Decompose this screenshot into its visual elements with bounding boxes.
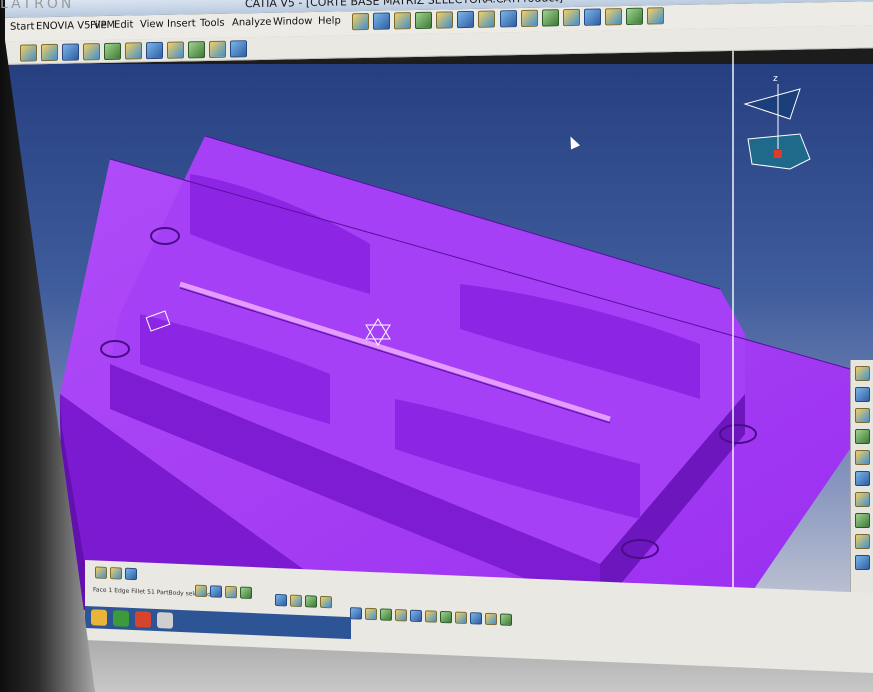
lock-icon[interactable]: [605, 8, 622, 26]
fit-icon[interactable]: [365, 607, 377, 621]
line-icon[interactable]: [855, 429, 870, 444]
remove-icon[interactable]: [855, 555, 870, 570]
section-icon[interactable]: [457, 10, 474, 29]
top-toolbar-right: [500, 7, 664, 28]
menu-view[interactable]: View: [140, 19, 164, 30]
firefox-icon[interactable]: [135, 611, 151, 628]
compass-widget[interactable]: z: [743, 74, 811, 170]
view-icon[interactable]: [626, 7, 643, 25]
mold-part-render: z: [60, 74, 851, 624]
menu-start[interactable]: Start: [10, 21, 34, 32]
zoom-in-icon[interactable]: [410, 609, 422, 623]
shaft-icon[interactable]: [62, 43, 79, 61]
folder-icon[interactable]: [95, 566, 107, 579]
menu-insert[interactable]: Insert: [167, 18, 196, 30]
wheel-icon[interactable]: [563, 8, 580, 27]
mirror-icon[interactable]: [209, 40, 226, 58]
knowledge-icon[interactable]: [542, 9, 559, 27]
shading-icon[interactable]: [647, 7, 664, 25]
hide-show-icon[interactable]: [485, 612, 497, 626]
comment-icon[interactable]: [240, 586, 252, 599]
fillet-icon[interactable]: [125, 42, 142, 60]
rib-icon[interactable]: [104, 42, 121, 61]
rotate-view-icon[interactable]: [395, 608, 407, 622]
sketch-icon[interactable]: [855, 366, 870, 381]
menu-tools[interactable]: Tools: [200, 18, 225, 29]
swap-space-icon[interactable]: [500, 613, 512, 626]
check-icon[interactable]: [320, 595, 332, 609]
menu-window[interactable]: Window: [273, 16, 312, 28]
menu-help[interactable]: Help: [318, 15, 341, 26]
product-icon[interactable]: [500, 10, 517, 28]
zoom-out-icon[interactable]: [425, 610, 437, 623]
snap-icon[interactable]: [110, 567, 122, 580]
menu-file[interactable]: File: [90, 20, 107, 31]
pan-icon[interactable]: [352, 12, 369, 31]
rotate-icon[interactable]: [373, 12, 390, 30]
update-icon[interactable]: [275, 593, 287, 607]
redo-icon[interactable]: [210, 585, 222, 598]
shading-mode-icon[interactable]: [470, 612, 482, 625]
menu-edit[interactable]: Edit: [114, 19, 133, 30]
chrome-icon[interactable]: [113, 610, 129, 627]
constraint-icon[interactable]: [855, 471, 870, 486]
grid-icon[interactable]: [125, 567, 137, 581]
param-icon[interactable]: [305, 595, 317, 608]
undo-icon[interactable]: [195, 584, 207, 598]
fly-icon[interactable]: [350, 607, 362, 620]
table-icon[interactable]: [290, 594, 302, 608]
plane-icon[interactable]: [855, 387, 870, 402]
normal-view-icon[interactable]: [440, 610, 452, 624]
top-toolbar: [352, 10, 495, 31]
iso-view-icon[interactable]: [455, 611, 467, 625]
layer-icon[interactable]: [584, 8, 601, 26]
render-icon[interactable]: [478, 10, 495, 28]
chamfer-icon[interactable]: [146, 41, 163, 60]
axis-icon[interactable]: [855, 450, 870, 465]
zoom-icon[interactable]: [394, 12, 411, 30]
workbench-toolbar: [20, 40, 247, 62]
monitor-brand: LATRON: [0, 0, 75, 12]
pad-icon[interactable]: [20, 44, 37, 62]
compass-z-label: z: [773, 74, 778, 84]
draft-icon[interactable]: [167, 41, 184, 59]
3d-viewport[interactable]: z: [5, 64, 873, 624]
windows-taskbar: [85, 606, 351, 640]
split-icon[interactable]: [855, 513, 870, 528]
pocket-icon[interactable]: [41, 43, 58, 62]
catalog-icon[interactable]: [521, 9, 538, 27]
point-icon[interactable]: [855, 408, 870, 423]
hole-icon[interactable]: [83, 43, 100, 61]
catia-icon[interactable]: [157, 612, 173, 629]
pan-view-icon[interactable]: [380, 608, 392, 621]
fit-all-icon[interactable]: [415, 11, 432, 30]
measure-icon[interactable]: [436, 11, 453, 29]
shell-icon[interactable]: [188, 41, 205, 59]
menu-analyze[interactable]: Analyze: [232, 17, 271, 29]
pattern-icon[interactable]: [230, 40, 247, 58]
catia-screen: z CATIA V5 - [CORTE BASE MATRIZ SELECTOR…: [5, 0, 873, 692]
explorer-icon[interactable]: [91, 609, 107, 626]
status-message: Face 1 Edge Fillet 51 PartBody selected: [93, 586, 211, 599]
boolean-icon[interactable]: [855, 492, 870, 507]
thickness-icon[interactable]: [855, 534, 870, 549]
formula-icon[interactable]: [225, 585, 237, 599]
